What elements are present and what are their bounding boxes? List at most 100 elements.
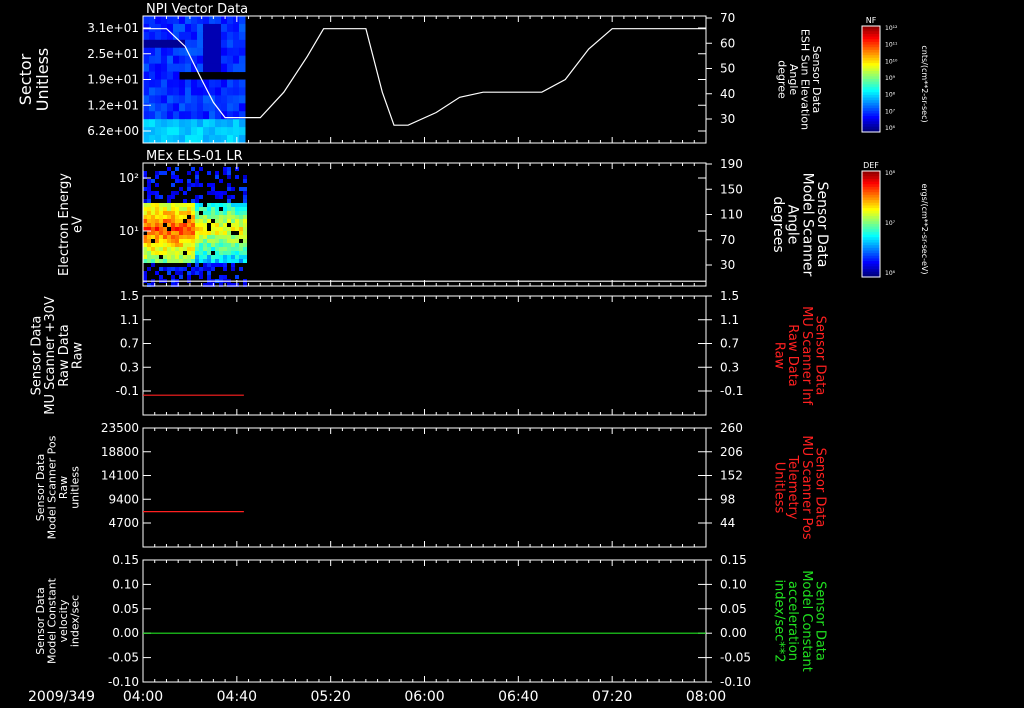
spectrogram-cell bbox=[209, 119, 216, 128]
spectrogram-cell bbox=[179, 219, 183, 223]
spectrogram-cell bbox=[161, 47, 168, 57]
spectrogram-cell bbox=[191, 127, 198, 136]
spectrogram-cell bbox=[195, 271, 199, 275]
spectrogram-cell bbox=[175, 179, 179, 183]
spectrogram-cell bbox=[211, 187, 215, 191]
spectrogram-cell bbox=[243, 211, 247, 215]
spectrogram-cell bbox=[173, 55, 180, 65]
spectrogram-cell bbox=[167, 167, 171, 171]
spectrogram-cell bbox=[185, 87, 192, 96]
spectrogram-cell bbox=[161, 39, 168, 49]
spectrogram-cell bbox=[173, 39, 180, 49]
spectrogram-cell bbox=[215, 247, 219, 251]
spectrogram-cell bbox=[175, 191, 179, 195]
spectrogram-cell bbox=[167, 195, 171, 199]
spectrogram-cell bbox=[187, 247, 191, 251]
spectrogram-cell bbox=[147, 215, 151, 219]
spectrogram-cell bbox=[203, 267, 207, 271]
spectrogram-cell bbox=[243, 223, 247, 227]
spectrogram-cell bbox=[235, 207, 239, 211]
spectrogram-cell bbox=[187, 255, 191, 259]
spectrogram-cell bbox=[221, 23, 228, 33]
spectrogram-cell bbox=[209, 111, 216, 120]
spectrogram-cell bbox=[143, 63, 150, 73]
spectrogram-cell bbox=[243, 199, 247, 203]
spectrogram-cell bbox=[167, 203, 171, 207]
spectrogram-cell bbox=[149, 39, 156, 49]
spectrogram-cell bbox=[167, 247, 171, 251]
spectrogram-cell bbox=[219, 259, 223, 263]
spectrogram-cell bbox=[191, 219, 195, 223]
spectrogram-cell bbox=[163, 219, 167, 223]
spectrogram-cell bbox=[209, 23, 216, 33]
spectrogram-cell bbox=[203, 23, 210, 33]
spectrogram-cell bbox=[179, 231, 183, 235]
spectrogram-cell bbox=[185, 23, 192, 33]
date-label: 2009/349 bbox=[28, 689, 95, 705]
spectrogram-cell bbox=[179, 255, 183, 259]
spectrogram-cell bbox=[215, 263, 219, 267]
spectrogram-cell bbox=[207, 207, 211, 211]
spectrogram-cell bbox=[151, 231, 155, 235]
spectrogram-cell bbox=[239, 207, 243, 211]
spectrogram-cell bbox=[203, 127, 210, 136]
left-tick-label: 0.10 bbox=[112, 577, 139, 591]
spectrogram-cell bbox=[151, 219, 155, 223]
spectrogram-cell bbox=[233, 79, 240, 88]
spectrogram-cell bbox=[163, 227, 167, 231]
spectrogram-cell bbox=[227, 219, 231, 223]
spectrogram-cell bbox=[203, 231, 207, 235]
left-axis-title: Sensor DataMU Scanner +30VRaw DataRaw bbox=[30, 296, 86, 415]
spectrogram-cell bbox=[219, 247, 223, 251]
spectrogram-cell bbox=[195, 231, 199, 235]
spectrogram-cell bbox=[239, 219, 243, 223]
spectrogram-cell bbox=[191, 211, 195, 215]
spectrogram-cell bbox=[203, 111, 210, 120]
spectrogram-cell bbox=[199, 255, 203, 259]
spectrogram-cell bbox=[203, 55, 210, 65]
spectrogram-cell bbox=[203, 63, 210, 73]
spectrogram-cell bbox=[219, 235, 223, 239]
spectrogram-cell bbox=[179, 31, 186, 41]
spectrogram-cell bbox=[161, 95, 168, 104]
panel-p4: 23500 18800 14100 9400 4700 260 206 152 98 44 Sens… bbox=[34, 421, 827, 548]
spectrogram-cell bbox=[163, 243, 167, 247]
spectrogram-cell bbox=[143, 16, 150, 25]
left-tick-label: -0.10 bbox=[108, 675, 139, 689]
spectrogram-cell bbox=[233, 55, 240, 65]
spectrogram-cell bbox=[147, 187, 151, 191]
spectrogram-cell bbox=[239, 227, 243, 231]
spectrogram-cell bbox=[143, 95, 150, 104]
spectrogram-cell bbox=[243, 247, 247, 251]
spectrogram-cell bbox=[207, 267, 211, 271]
spectrogram-cell bbox=[187, 263, 191, 267]
spectrogram-cell bbox=[223, 231, 227, 235]
spectrogram-cell bbox=[155, 135, 162, 144]
spectrogram-cell bbox=[155, 255, 159, 259]
spectrogram-cell bbox=[173, 79, 180, 88]
spectrogram-cell bbox=[223, 171, 227, 175]
spectrogram-cell bbox=[187, 187, 191, 191]
spectrogram-cell bbox=[187, 243, 191, 247]
spectrogram-cell bbox=[199, 271, 203, 275]
spectrogram-cell bbox=[175, 211, 179, 215]
spectrogram-cell bbox=[235, 203, 239, 207]
spectrogram-cell bbox=[143, 271, 147, 275]
spectrogram-cell bbox=[167, 207, 171, 211]
panel-title: MEx ELS-01 LR bbox=[146, 149, 243, 164]
spectrogram-cell bbox=[233, 23, 240, 33]
spectrogram-cell bbox=[195, 175, 199, 179]
spectrogram-cell bbox=[233, 87, 240, 96]
spectrogram-cell bbox=[239, 39, 246, 49]
spectrogram-cell bbox=[179, 87, 186, 96]
spectrogram-cell bbox=[161, 71, 168, 80]
spectrogram-cell bbox=[227, 195, 231, 199]
spectrogram-cell bbox=[151, 191, 155, 195]
spectrogram-cell bbox=[171, 247, 175, 251]
spectrogram-cell bbox=[215, 243, 219, 247]
spectrogram-cell bbox=[219, 239, 223, 243]
spectrogram-cell bbox=[231, 267, 235, 271]
spectrogram-cell bbox=[239, 103, 246, 112]
panel-p3: 1.5 1.1 0.7 0.3 -0.1 1.5 1.1 0.7 0.3 -0.1 Sensor D… bbox=[30, 289, 827, 416]
spectrogram-cell bbox=[147, 223, 151, 227]
